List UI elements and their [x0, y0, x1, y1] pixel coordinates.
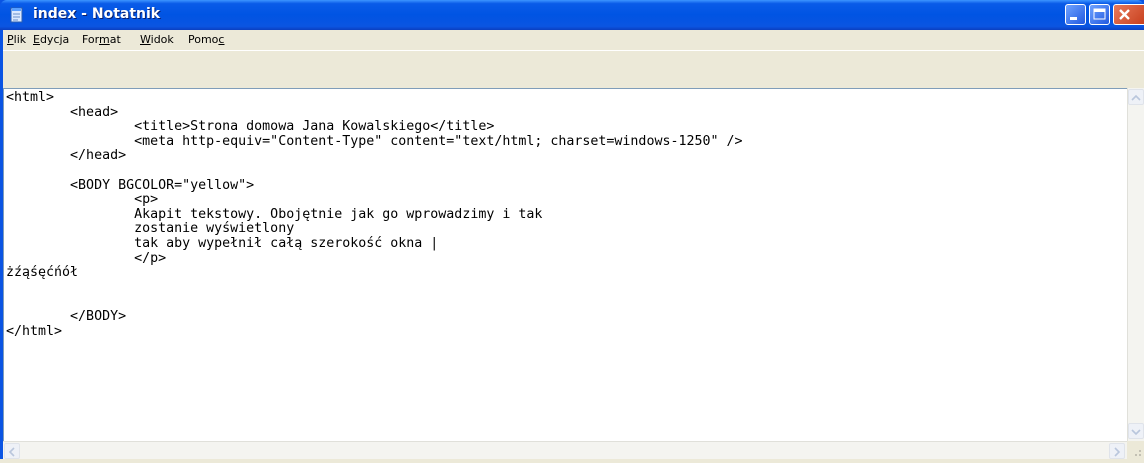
vertical-scrollbar[interactable]: [1127, 88, 1144, 441]
scroll-left-button[interactable]: [4, 443, 20, 459]
menu-edycja[interactable]: Edycja: [33, 33, 69, 46]
editor-text[interactable]: <html> <head> <title>Strona domowa Jana …: [6, 90, 743, 339]
chevron-right-icon: [1114, 447, 1121, 457]
text-editor[interactable]: <html> <head> <title>Strona domowa Jana …: [3, 88, 1127, 441]
chevron-up-icon: [1131, 94, 1141, 101]
minimize-button[interactable]: [1065, 4, 1086, 25]
chevron-down-icon: [1131, 429, 1141, 436]
menu-format[interactable]: Format: [82, 33, 121, 46]
chevron-left-icon: [8, 447, 15, 457]
menu-widok[interactable]: Widok: [140, 33, 174, 46]
maximize-icon: [1093, 8, 1106, 20]
resize-grip-icon: [1135, 450, 1141, 456]
scroll-up-button[interactable]: [1128, 89, 1144, 105]
menu-bar: Plik Edycja Format Widok Pomoc: [3, 30, 1144, 51]
title-bar[interactable]: index - Notatnik: [0, 0, 1144, 30]
notepad-window: index - Notatnik Plik Edycja Format Wido…: [0, 0, 1144, 459]
close-button[interactable]: [1113, 4, 1144, 25]
scroll-down-button[interactable]: [1128, 423, 1144, 439]
scroll-right-button[interactable]: [1109, 443, 1125, 459]
window-title: index - Notatnik: [33, 6, 161, 22]
minimize-icon: [1070, 17, 1077, 20]
resize-grip[interactable]: [1127, 441, 1144, 459]
menu-pomoc[interactable]: Pomoc: [188, 33, 224, 46]
maximize-button[interactable]: [1089, 4, 1110, 25]
menu-plik[interactable]: Plik: [7, 33, 26, 46]
notepad-icon[interactable]: [9, 7, 25, 23]
horizontal-scrollbar[interactable]: [3, 441, 1127, 459]
close-icon: [1119, 9, 1130, 20]
